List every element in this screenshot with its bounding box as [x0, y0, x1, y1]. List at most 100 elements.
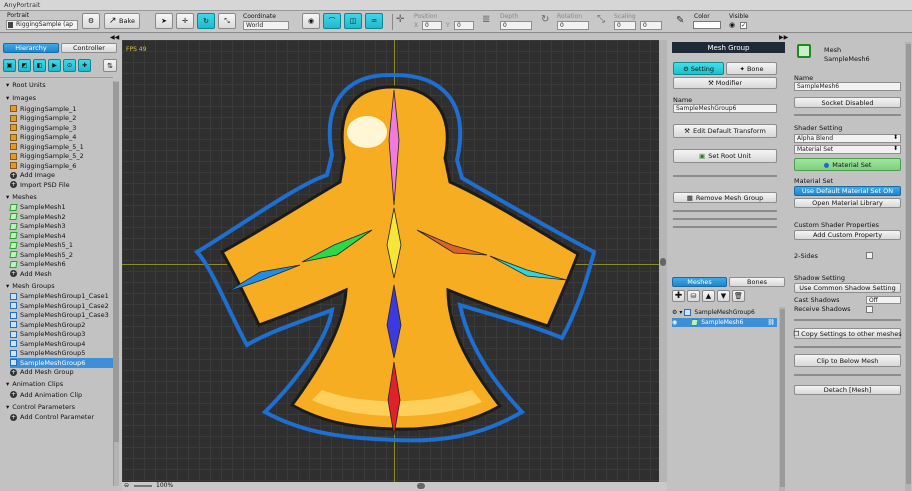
select-tool-icon[interactable]: ➤ [155, 13, 173, 29]
use-default-material-button[interactable]: Use Default Material Set ON [794, 186, 901, 196]
add-mesh-icon[interactable]: ⛁ [687, 290, 700, 302]
section-root-units[interactable]: ▾ Root Units [6, 81, 46, 89]
filter-image-icon[interactable]: ▣ [3, 59, 16, 72]
tab-controller[interactable]: Controller [61, 43, 117, 53]
list-item-mesh[interactable]: SampleMesh3 [9, 222, 113, 232]
section-mesh-groups[interactable]: ▾ Mesh Groups [6, 282, 55, 290]
filter-group-icon[interactable]: ◧ [33, 59, 46, 72]
collapse-left-icon[interactable]: ◀◀ [110, 34, 119, 41]
list-item-mesh-group[interactable]: SampleMeshGroup1_Case2 [10, 301, 113, 311]
move-down-icon[interactable]: ▼ [717, 290, 730, 302]
list-item-mesh-group[interactable]: SampleMeshGroup2 [10, 320, 113, 330]
list-item-mesh[interactable]: SampleMesh2 [9, 212, 113, 222]
list-item-mesh-group[interactable]: SampleMeshGroup1_Case3 [10, 311, 113, 321]
zoom-out-icon[interactable]: ⊖ [124, 482, 129, 489]
tab-setting[interactable]: ⚙ Setting [673, 62, 724, 75]
section-meshes[interactable]: ▾ Meshes [6, 193, 37, 201]
mesh-name-field[interactable]: SampleMesh6 [794, 82, 901, 91]
tab-meshes[interactable]: Meshes [672, 277, 727, 287]
tab-bone[interactable]: ✦ Bone [726, 62, 777, 75]
inspector-scroll-thumb[interactable] [906, 44, 911, 484]
material-set-select[interactable]: Material Set [794, 145, 901, 154]
section-images[interactable]: ▾ Images [6, 94, 36, 102]
viewport[interactable]: FPS 49 [122, 40, 667, 482]
filter-mesh-icon[interactable]: ◩ [18, 59, 31, 72]
mesh-preview[interactable] [122, 40, 667, 482]
modifier-button[interactable]: ⚒ Modifier [673, 77, 777, 89]
two-sides-checkbox[interactable] [866, 252, 873, 259]
list-item-image[interactable]: RiggingSample_5_2 [10, 152, 113, 162]
color-swatch[interactable] [693, 21, 721, 29]
viewport-hscroll-thumb[interactable] [417, 483, 425, 489]
move-up-icon[interactable]: ▲ [702, 290, 715, 302]
add-mesh-button[interactable]: + Add Mesh [10, 269, 113, 279]
list-item-image[interactable]: RiggingSample_2 [10, 114, 113, 124]
list-item-mesh-group[interactable]: SampleMeshGroup6 [10, 358, 113, 368]
pos-y-field[interactable]: 0 [454, 21, 474, 30]
list-item-mesh[interactable]: SampleMesh5_1 [9, 241, 113, 251]
list-item-mesh-group[interactable]: SampleMeshGroup4 [10, 339, 113, 349]
material-set-button[interactable]: ● Material Set [794, 158, 901, 171]
tree-group-row[interactable]: ⚙ ▾ SampleMeshGroup6 [672, 308, 777, 317]
mg-name-field[interactable]: SampleMeshGroup6 [673, 104, 777, 113]
list-item-image[interactable]: RiggingSample_3 [10, 123, 113, 133]
list-item-mesh-group[interactable]: SampleMeshGroup3 [10, 330, 113, 340]
socket-button[interactable]: Socket Disabled [794, 97, 901, 108]
tab-hierarchy[interactable]: Hierarchy [3, 43, 59, 53]
list-item-mesh[interactable]: SampleMesh4 [9, 231, 113, 241]
settings-gear-icon[interactable]: ⚙ [82, 13, 100, 29]
scale-x-field[interactable]: 0 [614, 21, 636, 30]
list-item-image[interactable]: RiggingSample_1 [10, 104, 113, 114]
set-root-unit-button[interactable]: ▣ Set Root Unit [673, 149, 777, 163]
receive-shadows-checkbox[interactable] [866, 306, 873, 313]
list-item-mesh-group[interactable]: SampleMeshGroup5 [10, 349, 113, 359]
list-item-image[interactable]: RiggingSample_6 [10, 161, 113, 171]
move-tool-icon[interactable]: ✛ [176, 13, 194, 29]
import-psd-button[interactable]: + Import PSD File [10, 180, 113, 190]
list-item-image[interactable]: RiggingSample_4 [10, 133, 113, 143]
list-item-mesh[interactable]: SampleMesh1 [9, 203, 113, 213]
section-control-parameters[interactable]: ▾ Control Parameters [6, 403, 75, 411]
visible-checkbox[interactable]: ✓ [740, 22, 747, 29]
collapse-right-icon[interactable]: ▶▶ [779, 34, 788, 41]
rotation-field[interactable]: 0 [557, 21, 589, 30]
gizmo-icon[interactable]: ♒ [365, 13, 383, 29]
mesh-edit-icon[interactable]: ◫ [344, 13, 362, 29]
remove-mesh-group-button[interactable]: ▦ Remove Mesh Group [673, 192, 777, 203]
zoom-slider[interactable] [134, 485, 152, 487]
detach-mesh-button[interactable]: Detach [Mesh] [794, 385, 901, 395]
delete-icon[interactable]: 🗑 [732, 290, 745, 302]
cast-shadows-select[interactable]: Off [866, 296, 901, 304]
shader-select[interactable]: Alpha Blend [794, 134, 901, 143]
bake-button[interactable]: ↗ Bake [104, 13, 140, 29]
depth-field[interactable]: 0 [500, 21, 532, 30]
pos-x-field[interactable]: 0 [422, 21, 442, 30]
hierarchy-scroll-thumb[interactable] [114, 82, 119, 442]
filter-param-icon[interactable]: ⊙ [63, 59, 76, 72]
rotate-tool-icon[interactable]: ↻ [197, 13, 215, 29]
coordinate-select[interactable]: World [243, 21, 289, 30]
add-control-parameter-button[interactable]: + Add Control Parameter [10, 413, 113, 423]
section-animation-clips[interactable]: ▾ Animation Clips [6, 380, 63, 388]
add-mesh-group-button[interactable]: + Add Mesh Group [10, 368, 113, 378]
mg-scroll-thumb[interactable] [780, 309, 785, 487]
clip-below-button[interactable]: Clip to Below Mesh [794, 354, 901, 367]
add-child-icon[interactable]: ✚ [672, 290, 685, 302]
open-material-library-button[interactable]: Open Material Library [794, 198, 901, 208]
list-item-image[interactable]: RiggingSample_5_1 [10, 142, 113, 152]
viewport-vscroll-thumb[interactable] [660, 258, 666, 266]
edit-default-transform-button[interactable]: ⚒ Edit Default Transform [673, 124, 777, 138]
scale-tool-icon[interactable]: ⤡ [218, 13, 236, 29]
list-item-mesh-group[interactable]: SampleMeshGroup1_Case1 [10, 292, 113, 302]
add-image-button[interactable]: + Add Image [10, 171, 113, 181]
add-animation-clip-button[interactable]: + Add Animation Clip [10, 390, 113, 400]
tab-bones[interactable]: Bones [729, 277, 785, 287]
list-item-mesh[interactable]: SampleMesh5_2 [9, 250, 113, 260]
scale-y-field[interactable]: 0 [640, 21, 662, 30]
filter-anim-icon[interactable]: ▶ [48, 59, 61, 72]
portrait-select[interactable]: RiggingSample (ap [6, 20, 78, 30]
sort-icon[interactable]: ⇅ [103, 59, 117, 72]
copy-settings-button[interactable]: ❐ Copy Settings to other meshes [793, 328, 902, 339]
common-shadow-button[interactable]: Use Common Shadow Setting [794, 283, 901, 293]
list-item-mesh[interactable]: SampleMesh6 [9, 260, 113, 270]
